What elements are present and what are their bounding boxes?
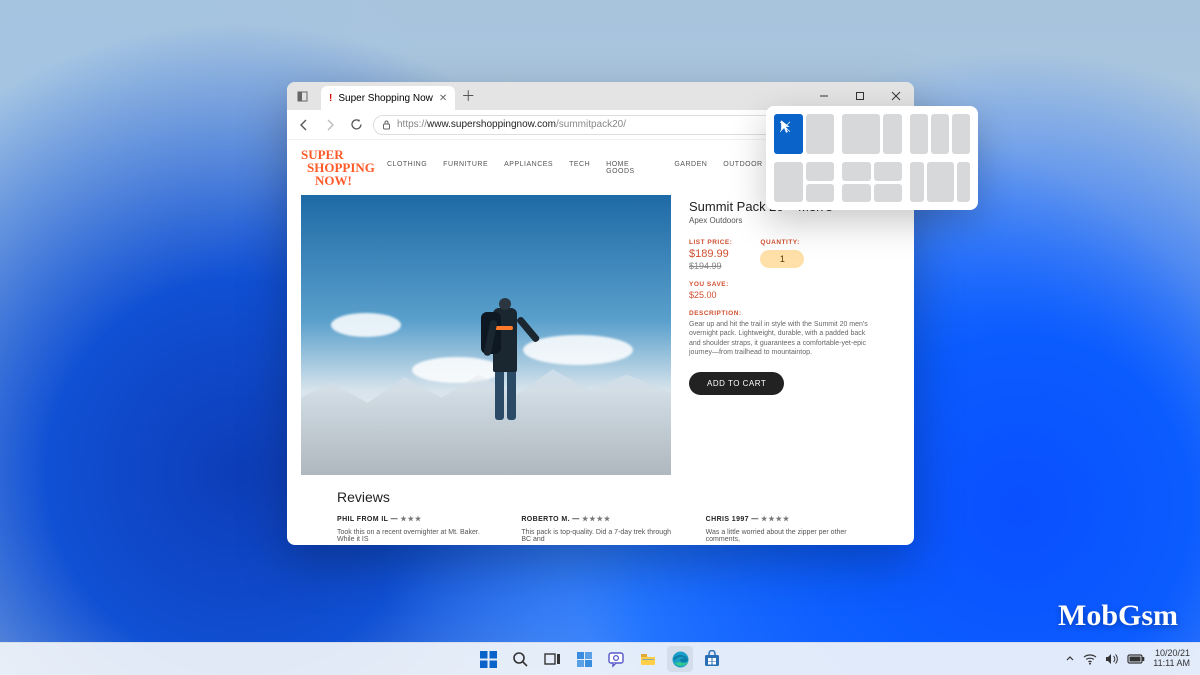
url-text: https://www.supershoppingnow.com/summitp… bbox=[397, 119, 626, 130]
description-body: Gear up and hit the trail in style with … bbox=[689, 320, 869, 358]
compare-price: $194.99 bbox=[689, 261, 732, 271]
snap-layout-center-sides[interactable] bbox=[910, 162, 970, 202]
reviews-heading: Reviews bbox=[337, 489, 864, 505]
nav-back-button[interactable] bbox=[295, 116, 313, 134]
description-label: DESCRIPTION: bbox=[689, 310, 900, 317]
nav-link[interactable]: TECH bbox=[569, 161, 590, 175]
product-brand: Apex Outdoors bbox=[689, 216, 900, 225]
new-tab-button[interactable]: ＋ bbox=[455, 82, 481, 110]
nav-link[interactable]: FURNITURE bbox=[443, 161, 488, 175]
taskbar[interactable]: 10/20/21 11:11 AM bbox=[0, 642, 1200, 675]
nav-forward-button[interactable] bbox=[321, 116, 339, 134]
product-price: $189.99 bbox=[689, 248, 732, 260]
add-to-cart-button[interactable]: ADD TO CART bbox=[689, 372, 784, 395]
nav-refresh-button[interactable] bbox=[347, 116, 365, 134]
snap-zone[interactable] bbox=[806, 162, 835, 181]
snap-layout-thirds[interactable] bbox=[910, 114, 970, 154]
tab-close-icon[interactable]: ✕ bbox=[439, 93, 447, 104]
nav-link[interactable]: HOME GOODS bbox=[606, 161, 658, 175]
nav-link[interactable]: APPLIANCES bbox=[504, 161, 553, 175]
tray-chevron-up-icon[interactable] bbox=[1065, 654, 1075, 664]
tab-title: Super Shopping Now bbox=[338, 93, 433, 104]
store-button[interactable] bbox=[699, 646, 725, 672]
taskbar-center bbox=[475, 646, 725, 672]
battery-icon[interactable] bbox=[1127, 654, 1145, 664]
you-save-label: YOU SAVE: bbox=[689, 281, 900, 288]
snap-zone[interactable] bbox=[842, 162, 871, 181]
edge-button[interactable] bbox=[667, 646, 693, 672]
quantity-label: QUANTITY: bbox=[760, 239, 804, 246]
snap-layout-quarters[interactable] bbox=[842, 162, 902, 202]
tab-actions-icon[interactable] bbox=[287, 82, 317, 110]
snap-zone[interactable] bbox=[842, 114, 880, 154]
snap-zone[interactable] bbox=[774, 162, 803, 202]
snap-zone-active[interactable] bbox=[774, 114, 803, 154]
snap-layout-wide-narrow[interactable] bbox=[842, 114, 902, 154]
file-explorer-button[interactable] bbox=[635, 646, 661, 672]
start-button[interactable] bbox=[475, 646, 501, 672]
quantity-stepper[interactable]: 1 bbox=[760, 250, 804, 268]
watermark-text: MobGsm bbox=[1058, 599, 1178, 633]
task-view-button[interactable] bbox=[539, 646, 565, 672]
search-button[interactable] bbox=[507, 646, 533, 672]
snap-layouts-flyout[interactable] bbox=[766, 106, 978, 210]
nav-link[interactable]: GARDEN bbox=[674, 161, 707, 175]
store-nav: CLOTHING FURNITURE APPLIANCES TECH HOME … bbox=[387, 161, 763, 175]
snap-zone[interactable] bbox=[806, 114, 835, 154]
snap-zone[interactable] bbox=[874, 184, 903, 203]
snap-zone[interactable] bbox=[842, 184, 871, 203]
chat-button[interactable] bbox=[603, 646, 629, 672]
snap-zone[interactable] bbox=[952, 114, 970, 154]
snap-layout-left-stack[interactable] bbox=[774, 162, 834, 202]
snap-zone[interactable] bbox=[931, 114, 949, 154]
you-save-value: $25.00 bbox=[689, 290, 900, 300]
snap-zone[interactable] bbox=[927, 162, 954, 202]
snap-zone[interactable] bbox=[883, 114, 902, 154]
list-price-label: LIST PRICE: bbox=[689, 239, 732, 246]
snap-zone[interactable] bbox=[910, 162, 924, 202]
system-tray[interactable]: 10/20/21 11:11 AM bbox=[1065, 649, 1200, 669]
product-details: Summit Pack 20 – Men's Apex Outdoors LIS… bbox=[689, 195, 900, 475]
snap-layout-half-half[interactable] bbox=[774, 114, 834, 154]
store-logo[interactable]: SUPER SHOPPING NOW! bbox=[301, 148, 369, 187]
volume-icon[interactable] bbox=[1105, 653, 1119, 665]
reviews-section: Reviews PHIL FROM IL — ★★★ Took this on … bbox=[287, 475, 914, 543]
review-item: PHIL FROM IL — ★★★ Took this on a recent… bbox=[337, 515, 495, 543]
review-item: ROBERTO M. — ★★★★ This pack is top-quali… bbox=[521, 515, 679, 543]
snap-zone[interactable] bbox=[806, 184, 835, 203]
browser-tab[interactable]: ! Super Shopping Now ✕ bbox=[321, 86, 455, 110]
snap-zone[interactable] bbox=[874, 162, 903, 181]
taskbar-clock[interactable]: 10/20/21 11:11 AM bbox=[1153, 649, 1190, 669]
lock-icon bbox=[382, 120, 391, 130]
wifi-icon[interactable] bbox=[1083, 653, 1097, 665]
favicon-icon: ! bbox=[329, 93, 332, 104]
widgets-button[interactable] bbox=[571, 646, 597, 672]
snap-zone[interactable] bbox=[910, 114, 928, 154]
hiker-figure bbox=[471, 268, 541, 428]
review-item: CHRIS 1997 — ★★★★ Was a little worried a… bbox=[706, 515, 864, 543]
snap-zone[interactable] bbox=[957, 162, 971, 202]
product-hero-image bbox=[301, 195, 671, 475]
nav-link[interactable]: OUTDOOR bbox=[723, 161, 762, 175]
nav-link[interactable]: CLOTHING bbox=[387, 161, 427, 175]
